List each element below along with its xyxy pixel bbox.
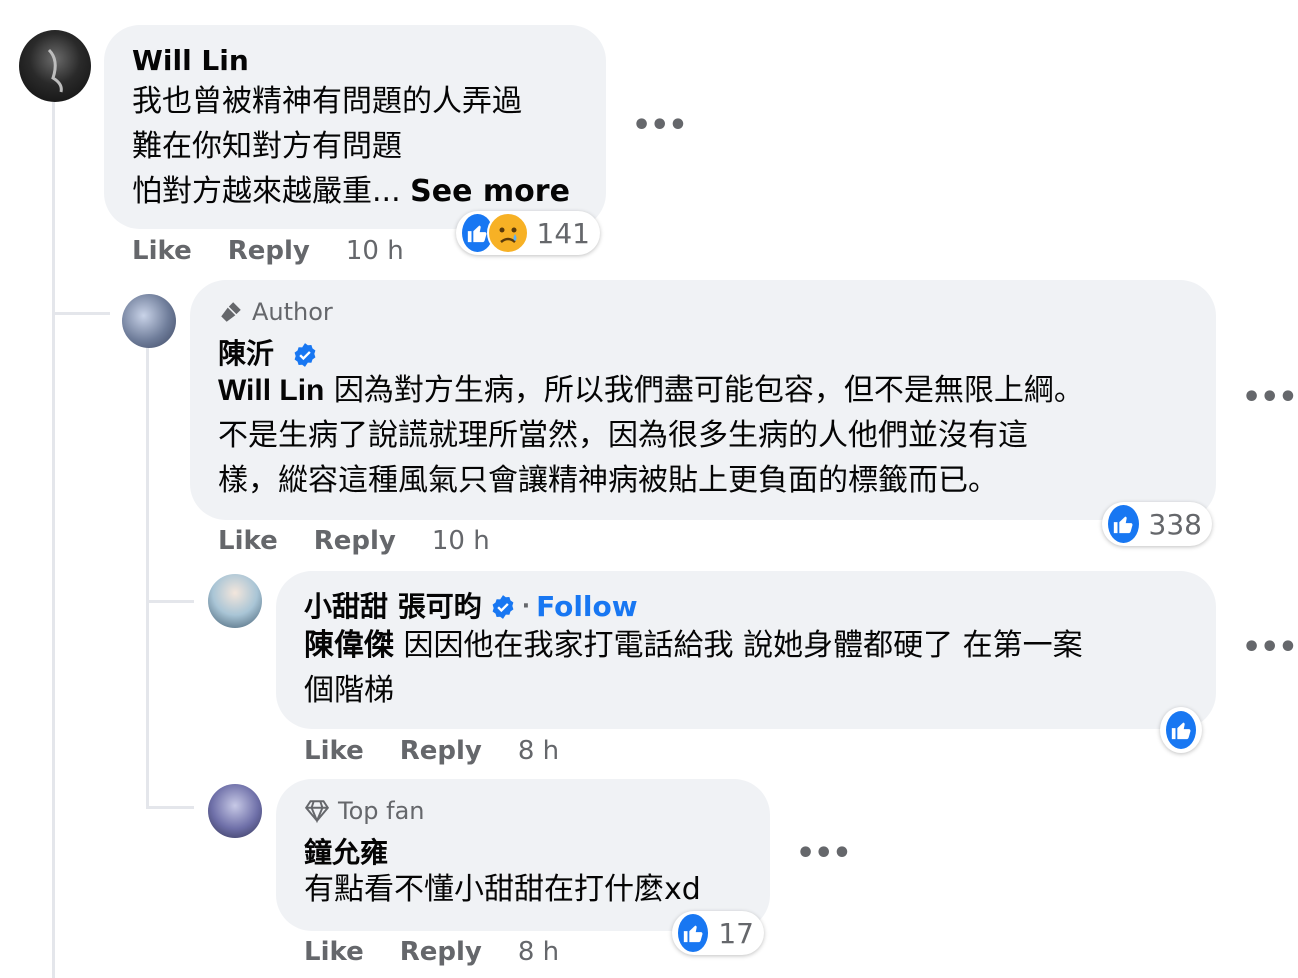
see-more-link[interactable]: See more bbox=[410, 174, 570, 209]
like-reaction-icon bbox=[1106, 503, 1141, 545]
comment-text-line: 個階梯 bbox=[304, 673, 394, 708]
reaction-summary[interactable]: 338 bbox=[1102, 502, 1212, 546]
microphone-icon bbox=[221, 302, 241, 322]
avatar-image-icon bbox=[47, 48, 63, 93]
comment-author-name[interactable]: 小甜甜 張可昀 bbox=[304, 589, 482, 625]
comment-text-segment: 怕對方越來越嚴重... bbox=[132, 174, 411, 209]
author-badge: Author bbox=[218, 298, 333, 326]
comment-text-segment: 因因他在我家打電話給我 說她身體都硬了 在第一案 bbox=[394, 628, 1083, 663]
author-badge-label: Author bbox=[252, 298, 333, 326]
comment-text-line: 有點看不懂小甜甜在打什麼xd bbox=[304, 872, 701, 907]
like-reaction-icon bbox=[1164, 709, 1198, 751]
avatar[interactable] bbox=[208, 574, 262, 628]
reaction-count: 17 bbox=[718, 916, 754, 950]
comment-author-name: 陳沂 bbox=[218, 337, 275, 370]
like-button[interactable]: Like bbox=[218, 526, 278, 556]
thread-line-reply bbox=[146, 348, 149, 806]
diamond-icon bbox=[304, 800, 330, 824]
comment-text-line: 不是生病了說謊就理所當然，因為很多生病的人他們並沒有這 bbox=[218, 418, 1028, 453]
comment-author: 小甜甜 張可昀 · Follow bbox=[304, 589, 638, 625]
top-fan-label: Top fan bbox=[338, 797, 425, 825]
comment-bubble: Author 陳沂 Will Lin 因為對方生病，所以我們盡可能包容，但不是無… bbox=[190, 280, 1216, 520]
reply-button[interactable]: Reply bbox=[400, 736, 482, 766]
like-button[interactable]: Like bbox=[132, 236, 192, 266]
more-options-icon[interactable]: ••• bbox=[796, 836, 852, 871]
thread-curve-3 bbox=[146, 806, 194, 809]
comment-timestamp[interactable]: 8 h bbox=[518, 736, 559, 766]
reply-button[interactable]: Reply bbox=[400, 937, 482, 967]
reaction-summary[interactable] bbox=[1160, 707, 1202, 753]
reaction-summary[interactable]: 17 bbox=[672, 911, 764, 955]
more-options-icon[interactable]: ••• bbox=[632, 108, 688, 143]
more-options-icon[interactable]: ••• bbox=[1242, 630, 1298, 665]
top-fan-badge: Top fan bbox=[304, 797, 425, 825]
follow-button[interactable]: Follow bbox=[536, 589, 638, 625]
comment-author[interactable]: 陳沂 bbox=[218, 336, 318, 372]
mention-link[interactable]: 陳偉傑 bbox=[304, 628, 394, 663]
mention-link[interactable]: Will Lin bbox=[218, 374, 324, 407]
thread-curve-2 bbox=[146, 600, 194, 603]
comment-actions: Like Reply 10 h bbox=[132, 236, 404, 266]
verified-badge-icon bbox=[294, 343, 316, 367]
avatar[interactable] bbox=[208, 784, 262, 838]
thread-line-main bbox=[52, 102, 55, 978]
more-options-icon[interactable]: ••• bbox=[1242, 380, 1298, 415]
comment-bubble: 小甜甜 張可昀 · Follow 陳偉傑 因因他在我家打電話給我 說她身體都硬了… bbox=[276, 571, 1216, 729]
comment-bubble: Top fan 鐘允雍 有點看不懂小甜甜在打什麼xd bbox=[276, 779, 770, 931]
like-button[interactable]: Like bbox=[304, 736, 364, 766]
comment-author[interactable]: Will Lin bbox=[132, 43, 249, 79]
sad-reaction-icon bbox=[486, 212, 529, 254]
comment-text-line: 樣，縱容這種風氣只會讓精神病被貼上更負面的標籤而已。 bbox=[218, 463, 998, 498]
comment-text-line: 難在你知對方有問題 bbox=[132, 129, 402, 164]
comment-timestamp[interactable]: 10 h bbox=[432, 526, 490, 556]
separator-dot: · bbox=[521, 594, 531, 619]
comment-text-line: Will Lin 因為對方生病，所以我們盡可能包容，但不是無限上綱。 bbox=[218, 368, 1084, 413]
avatar[interactable] bbox=[122, 294, 176, 348]
reply-button[interactable]: Reply bbox=[314, 526, 396, 556]
comment-bubble: Will Lin 我也曾被精神有問題的人弄過 難在你知對方有問題 怕對方越來越嚴… bbox=[104, 25, 606, 229]
comment-actions: Like Reply 8 h bbox=[304, 736, 559, 766]
reaction-count: 141 bbox=[536, 216, 590, 250]
reply-button[interactable]: Reply bbox=[228, 236, 310, 266]
like-button[interactable]: Like bbox=[304, 937, 364, 967]
comment-timestamp[interactable]: 10 h bbox=[346, 236, 404, 266]
comment-actions: Like Reply 10 h bbox=[218, 526, 490, 556]
verified-badge-icon bbox=[492, 595, 514, 619]
reaction-summary[interactable]: 141 bbox=[456, 211, 600, 255]
comment-text-line: 怕對方越來越嚴重... See more bbox=[132, 169, 570, 214]
comment-author[interactable]: 鐘允雍 bbox=[304, 835, 388, 871]
comment-timestamp[interactable]: 8 h bbox=[518, 937, 559, 967]
comment-text-line: 陳偉傑 因因他在我家打電話給我 說她身體都硬了 在第一案 bbox=[304, 623, 1083, 668]
reaction-count: 338 bbox=[1148, 507, 1202, 541]
comment-text-line: 我也曾被精神有問題的人弄過 bbox=[132, 84, 522, 119]
comment-actions: Like Reply 8 h bbox=[304, 937, 559, 967]
comment-text-segment: 因為對方生病，所以我們盡可能包容，但不是無限上綱。 bbox=[324, 373, 1084, 408]
like-reaction-icon bbox=[676, 912, 711, 954]
thread-curve-1 bbox=[52, 312, 110, 315]
avatar[interactable] bbox=[19, 30, 91, 102]
